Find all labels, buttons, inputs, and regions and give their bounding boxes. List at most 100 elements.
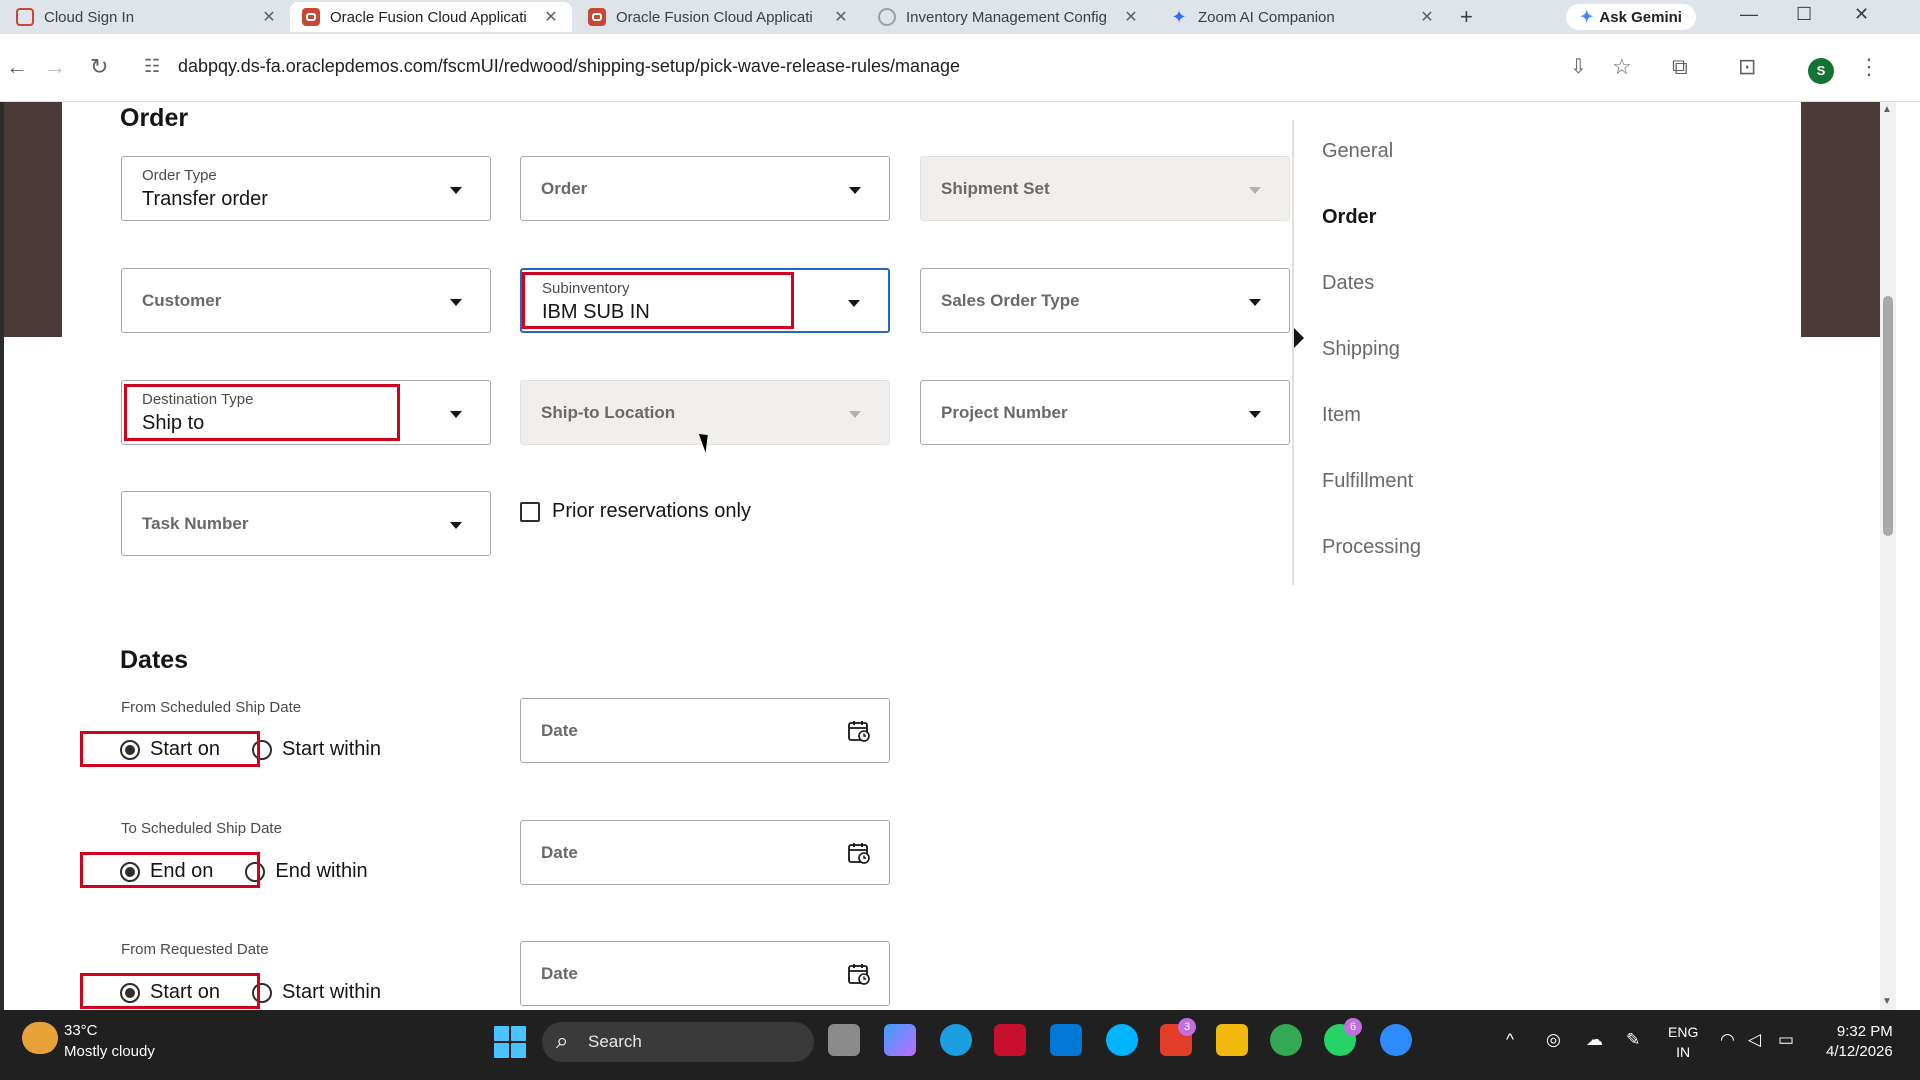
- ask-gemini-button[interactable]: ✦ Ask Gemini: [1566, 4, 1696, 30]
- cloud-icon[interactable]: ☁: [1586, 1030, 1603, 1050]
- close-icon[interactable]: ✕: [1122, 7, 1140, 27]
- close-window-icon[interactable]: ✕: [1854, 4, 1869, 25]
- task-number-select[interactable]: Task Number: [121, 491, 491, 556]
- chevron-down-icon[interactable]: [848, 300, 860, 307]
- chrome-icon[interactable]: [1270, 1024, 1302, 1056]
- close-icon[interactable]: ✕: [1418, 7, 1436, 27]
- profile-avatar[interactable]: S: [1808, 58, 1834, 84]
- wifi-icon[interactable]: ◠: [1720, 1030, 1735, 1050]
- nav-item-item[interactable]: Item: [1322, 404, 1361, 427]
- menu-icon[interactable]: ⋮: [1858, 54, 1880, 80]
- system-clock[interactable]: 9:32 PM 4/12/2026: [1826, 1022, 1893, 1062]
- close-icon[interactable]: ✕: [260, 7, 278, 27]
- tab-inventory-management[interactable]: Inventory Management Config ✕: [866, 2, 1152, 32]
- search-label: Search: [588, 1032, 642, 1051]
- file-explorer-icon[interactable]: [1216, 1024, 1248, 1056]
- battery-icon[interactable]: ▭: [1778, 1030, 1794, 1050]
- radio-option-end-within[interactable]: End within: [245, 860, 368, 883]
- nav-item-general[interactable]: General: [1322, 140, 1393, 163]
- project-number-select[interactable]: Project Number: [920, 380, 1290, 445]
- radio-option-start-within[interactable]: Start within: [252, 738, 381, 761]
- field-value: Transfer order: [142, 188, 268, 210]
- calendar-icon[interactable]: [847, 962, 871, 986]
- chevron-down-icon[interactable]: [450, 187, 462, 194]
- nav-item-dates[interactable]: Dates: [1322, 272, 1374, 295]
- bookmark-star-icon[interactable]: ☆: [1612, 54, 1632, 80]
- close-icon[interactable]: ✕: [832, 7, 850, 27]
- order-type-select[interactable]: Order Type Transfer order: [121, 156, 491, 221]
- new-tab-button[interactable]: +: [1460, 4, 1473, 30]
- radio-option-start-on[interactable]: Start on: [120, 738, 220, 761]
- chevron-down-icon[interactable]: [1249, 411, 1261, 418]
- side-panel-icon[interactable]: ⊡: [1738, 54, 1756, 80]
- edge-icon[interactable]: [940, 1024, 972, 1056]
- windows-start-icon[interactable]: [494, 1026, 526, 1058]
- pen-icon[interactable]: ✎: [1626, 1030, 1640, 1050]
- cortana-icon[interactable]: [1106, 1024, 1138, 1056]
- scrollbar-thumb[interactable]: [1883, 296, 1893, 536]
- tab-cloud-sign-in[interactable]: Cloud Sign In ✕: [4, 2, 290, 32]
- back-icon[interactable]: ←: [6, 54, 28, 80]
- taskbar-search[interactable]: ⌕ Search: [542, 1022, 814, 1062]
- tab-oracle-fusion[interactable]: Oracle Fusion Cloud Applicati ✕: [576, 2, 862, 32]
- nav-item-shipping[interactable]: Shipping: [1322, 338, 1400, 361]
- to-scheduled-ship-date-input[interactable]: Date: [520, 820, 890, 885]
- reload-icon[interactable]: ↻: [90, 54, 108, 80]
- chevron-down-icon[interactable]: [450, 299, 462, 306]
- notification-badge: 6: [1344, 1018, 1362, 1036]
- close-icon[interactable]: ✕: [542, 7, 560, 27]
- chevron-down-icon[interactable]: [849, 187, 861, 194]
- forward-icon[interactable]: →: [44, 54, 66, 80]
- sales-order-type-select[interactable]: Sales Order Type: [920, 268, 1290, 333]
- weather-icon[interactable]: [22, 1022, 58, 1054]
- copilot-icon[interactable]: [884, 1024, 916, 1056]
- radio-button[interactable]: [120, 861, 140, 882]
- task-view-icon[interactable]: [828, 1024, 860, 1056]
- sync-icon[interactable]: ◎: [1546, 1030, 1561, 1050]
- maximize-icon[interactable]: ☐: [1796, 4, 1812, 25]
- from-requested-date-input[interactable]: Date: [520, 941, 890, 1006]
- address-bar[interactable]: dabpqy.ds-fa.oraclepdemos.com/fscmUI/red…: [178, 56, 960, 77]
- radio-option-start-within[interactable]: Start within: [252, 981, 381, 1004]
- chevron-down-icon[interactable]: [450, 411, 462, 418]
- volume-icon[interactable]: ◁: [1748, 1030, 1761, 1050]
- extensions-icon[interactable]: ⧉: [1672, 54, 1688, 80]
- calendar-icon[interactable]: [847, 841, 871, 865]
- destination-type-select[interactable]: Destination Type Ship to: [121, 380, 491, 445]
- page-scrollbar[interactable]: [1880, 102, 1896, 1010]
- to-scheduled-ship-date-radio-group: End on End within: [120, 860, 386, 883]
- nav-item-fulfillment[interactable]: Fulfillment: [1322, 470, 1413, 493]
- radio-option-end-on[interactable]: End on: [120, 860, 213, 883]
- scroll-down-icon[interactable]: ▼: [1882, 996, 1892, 1007]
- nav-item-order[interactable]: Order: [1322, 206, 1376, 229]
- ask-gemini-label: Ask Gemini: [1599, 8, 1682, 26]
- radio-option-start-on[interactable]: Start on: [120, 981, 220, 1004]
- install-app-icon[interactable]: ⇩: [1570, 54, 1587, 79]
- minimize-icon[interactable]: —: [1740, 4, 1758, 25]
- radio-button[interactable]: [252, 739, 273, 760]
- calendar-icon[interactable]: [847, 719, 871, 743]
- scroll-up-icon[interactable]: ▲: [1882, 104, 1892, 115]
- subinventory-select[interactable]: Subinventory IBM SUB IN: [520, 268, 890, 333]
- radio-button[interactable]: [120, 739, 140, 760]
- from-scheduled-ship-date-input[interactable]: Date: [520, 698, 890, 763]
- zoom-icon[interactable]: [1380, 1024, 1412, 1056]
- radio-button[interactable]: [120, 982, 140, 1003]
- prior-reservations-checkbox[interactable]: [520, 501, 540, 522]
- tab-oracle-fusion-active[interactable]: Oracle Fusion Cloud Applicati ✕: [290, 2, 572, 32]
- radio-button[interactable]: [245, 861, 266, 882]
- show-hidden-icons-icon[interactable]: ^: [1506, 1030, 1514, 1050]
- site-settings-icon[interactable]: ☷: [144, 56, 160, 77]
- radio-button[interactable]: [252, 982, 273, 1003]
- tab-zoom-ai-companion[interactable]: ✦ Zoom AI Companion ✕: [1158, 2, 1448, 32]
- order-select[interactable]: Order: [520, 156, 890, 221]
- chevron-down-icon[interactable]: [1249, 299, 1261, 306]
- chevron-down-icon[interactable]: [450, 522, 462, 529]
- nav-item-processing[interactable]: Processing: [1322, 536, 1421, 559]
- prior-reservations-checkbox-row[interactable]: Prior reservations only: [520, 500, 751, 523]
- notification-badge: 3: [1178, 1018, 1196, 1036]
- mcafee-icon[interactable]: [994, 1024, 1026, 1056]
- language-indicator[interactable]: ENG IN: [1668, 1022, 1698, 1062]
- microsoft-store-icon[interactable]: [1050, 1024, 1082, 1056]
- customer-select[interactable]: Customer: [121, 268, 491, 333]
